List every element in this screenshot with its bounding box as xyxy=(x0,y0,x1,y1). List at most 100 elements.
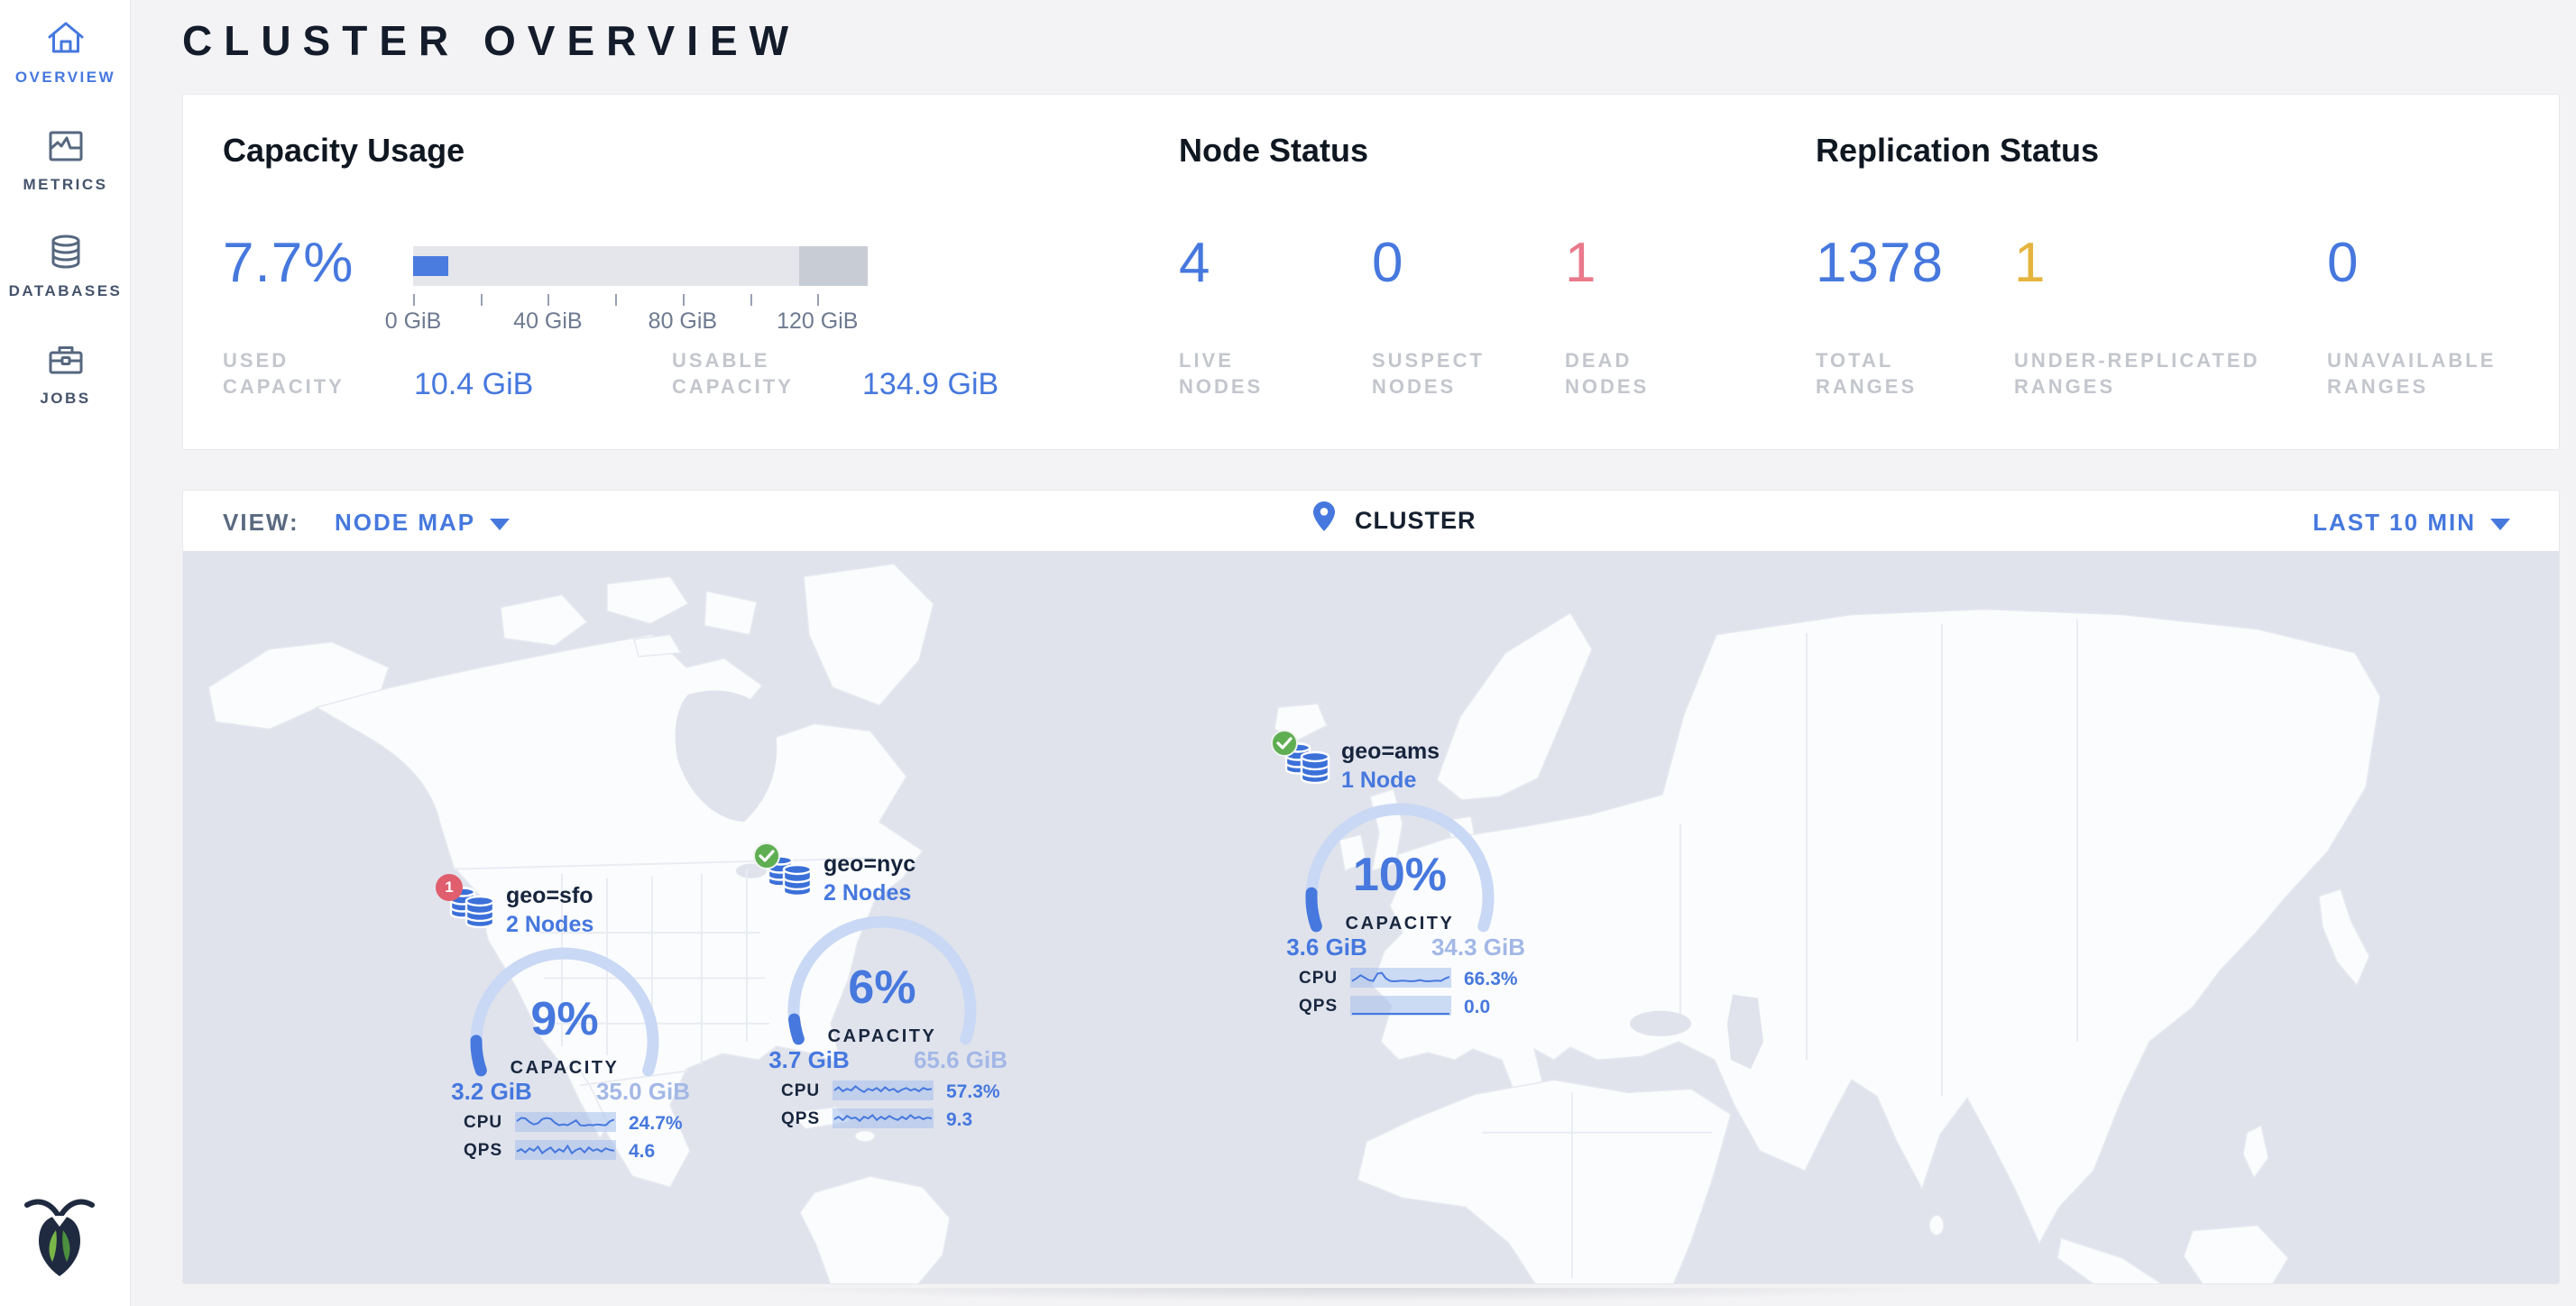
sidebar-item-metrics[interactable]: METRICS xyxy=(0,125,131,194)
sidebar-item-label: JOBS xyxy=(0,390,131,408)
under-replicated-ranges-count: 1 xyxy=(2014,231,2046,295)
cpu-sparkline xyxy=(515,1112,616,1132)
qps-value: 0.0 xyxy=(1464,997,1490,1018)
capacity-percent: 6% xyxy=(792,961,972,1015)
time-range-dropdown[interactable]: LAST 10 MIN xyxy=(2313,509,2510,537)
node-map-panel: VIEW: NODE MAP CLUSTER LAST 10 MIN xyxy=(182,490,2560,1284)
used-capacity-value: 10.4 GiB xyxy=(414,367,533,402)
capacity-axis-tick-label: 0 GiB xyxy=(385,308,442,335)
view-selector-dropdown[interactable]: NODE MAP xyxy=(335,509,510,537)
cpu-value: 57.3% xyxy=(946,1081,1000,1103)
total-capacity-value: 34.3 GiB xyxy=(1424,934,1532,961)
locality-marker-sfo[interactable]: 1 geo=sfo 2 Nodes 9% CAPACITY 3.2 GiB 35… xyxy=(436,874,706,1172)
capacity-axis-tick xyxy=(817,294,819,306)
dead-nodes-count: 1 xyxy=(1565,231,1596,295)
summary-panel: Capacity Usage 7.7% 0 GiB40 GiB80 GiB120… xyxy=(182,94,2560,450)
capacity-axis-tick xyxy=(750,294,752,306)
used-capacity-label: USEDCAPACITY xyxy=(223,347,345,400)
total-ranges-count: 1378 xyxy=(1816,231,1944,295)
qps-metric-row: QPS 9.3 xyxy=(753,1108,1024,1130)
total-capacity-value: 35.0 GiB xyxy=(589,1078,697,1106)
unavailable-ranges-label: UNAVAILABLERANGES xyxy=(2327,347,2496,400)
locality-name: geo=ams xyxy=(1341,739,1440,765)
capacity-bar-chart xyxy=(413,246,868,286)
home-icon xyxy=(45,18,87,60)
qps-label: QPS xyxy=(781,1109,820,1129)
cockroach-logo[interactable] xyxy=(22,1196,97,1279)
live-nodes-count: 4 xyxy=(1179,231,1210,295)
sidebar-item-overview[interactable]: OVERVIEW xyxy=(0,18,131,87)
cpu-label: CPU xyxy=(781,1081,820,1101)
replication-status-title: Replication Status xyxy=(1816,132,2099,170)
cpu-sparkline xyxy=(833,1081,934,1100)
dead-nodes-label: DEADNODES xyxy=(1565,347,1649,400)
chevron-down-icon xyxy=(2490,519,2510,530)
cpu-label: CPU xyxy=(464,1113,502,1133)
capacity-percent: 7.7% xyxy=(223,231,354,295)
capacity-gauge-label: CAPACITY xyxy=(792,1026,972,1047)
cpu-value: 66.3% xyxy=(1464,969,1518,990)
capacity-bar-ticks xyxy=(413,294,868,307)
qps-metric-row: QPS 4.6 xyxy=(436,1140,706,1162)
cpu-metric-row: CPU 24.7% xyxy=(436,1112,706,1134)
capacity-axis-tick-label: 40 GiB xyxy=(513,308,582,335)
databases-icon xyxy=(45,232,87,273)
capacity-axis-tick xyxy=(615,294,617,306)
usable-capacity-label: USABLECAPACITY xyxy=(672,347,794,400)
under-replicated-ranges-label: UNDER-REPLICATEDRANGES xyxy=(2014,347,2259,400)
suspect-nodes-count: 0 xyxy=(1372,231,1403,295)
sidebar: OVERVIEW METRICS DATABASES JOBS xyxy=(0,0,131,1306)
capacity-bar-tick-labels: 0 GiB40 GiB80 GiB120 GiB xyxy=(413,308,900,336)
cpu-value: 24.7% xyxy=(629,1113,683,1135)
used-capacity-value: 3.6 GiB xyxy=(1273,934,1381,961)
capacity-gauge-label: CAPACITY xyxy=(1310,914,1490,934)
node-status-title: Node Status xyxy=(1179,132,1368,170)
sidebar-item-label: METRICS xyxy=(0,176,131,194)
view-label: VIEW: xyxy=(223,509,299,537)
locality-marker-nyc[interactable]: geo=nyc 2 Nodes 6% CAPACITY 3.7 GiB 65.6… xyxy=(753,842,1024,1140)
capacity-axis-tick-label: 80 GiB xyxy=(649,308,717,335)
qps-value: 9.3 xyxy=(946,1109,972,1131)
capacity-gauge-label: CAPACITY xyxy=(474,1058,655,1079)
next-panel-shadow xyxy=(622,1288,2084,1306)
unavailable-ranges-count: 0 xyxy=(2327,231,2359,295)
healthy-check-badge xyxy=(753,842,780,869)
sidebar-item-jobs[interactable]: JOBS xyxy=(0,339,131,408)
cluster-label: CLUSTER xyxy=(1355,507,1477,535)
qps-metric-row: QPS 0.0 xyxy=(1271,996,1541,1017)
qps-value: 4.6 xyxy=(629,1141,655,1163)
capacity-percent: 9% xyxy=(474,992,655,1046)
capacity-usage-title: Capacity Usage xyxy=(223,132,465,170)
suspect-nodes-label: SUSPECTNODES xyxy=(1372,347,1485,400)
locality-marker-ams[interactable]: geo=ams 1 Node 10% CAPACITY 3.6 GiB 34.3… xyxy=(1271,730,1541,1027)
locality-name: geo=nyc xyxy=(823,851,915,878)
sidebar-item-label: DATABASES xyxy=(0,282,131,300)
sidebar-item-databases[interactable]: DATABASES xyxy=(0,232,131,300)
capacity-axis-tick xyxy=(683,294,685,306)
qps-sparkline xyxy=(515,1140,616,1160)
alert-badge: 1 xyxy=(436,874,463,901)
capacity-axis-tick xyxy=(481,294,483,306)
location-pin-icon xyxy=(1313,501,1335,531)
briefcase-icon xyxy=(45,339,87,381)
locality-node-count[interactable]: 1 Node xyxy=(1341,768,1416,794)
locality-name: geo=sfo xyxy=(506,883,593,909)
qps-sparkline xyxy=(833,1108,934,1128)
capacity-axis-tick xyxy=(547,294,549,306)
chevron-down-icon xyxy=(490,519,510,530)
cpu-metric-row: CPU 57.3% xyxy=(753,1081,1024,1102)
capacity-axis-tick xyxy=(413,294,415,306)
metrics-icon xyxy=(45,125,87,167)
locality-node-count[interactable]: 2 Nodes xyxy=(823,880,911,906)
usable-capacity-value: 134.9 GiB xyxy=(862,367,998,402)
cpu-label: CPU xyxy=(1299,969,1338,989)
capacity-bar-used-segment xyxy=(413,256,448,276)
world-map[interactable]: 1 geo=sfo 2 Nodes 9% CAPACITY 3.2 GiB 35… xyxy=(183,551,2560,1284)
total-ranges-label: TOTALRANGES xyxy=(1816,347,1917,400)
locality-node-count[interactable]: 2 Nodes xyxy=(506,912,593,938)
qps-label: QPS xyxy=(1299,997,1338,1016)
total-capacity-value: 65.6 GiB xyxy=(906,1046,1015,1074)
cluster-overview-page: OVERVIEW METRICS DATABASES JOBS xyxy=(0,0,2576,1306)
qps-sparkline xyxy=(1350,996,1451,1016)
healthy-check-badge xyxy=(1271,730,1298,757)
